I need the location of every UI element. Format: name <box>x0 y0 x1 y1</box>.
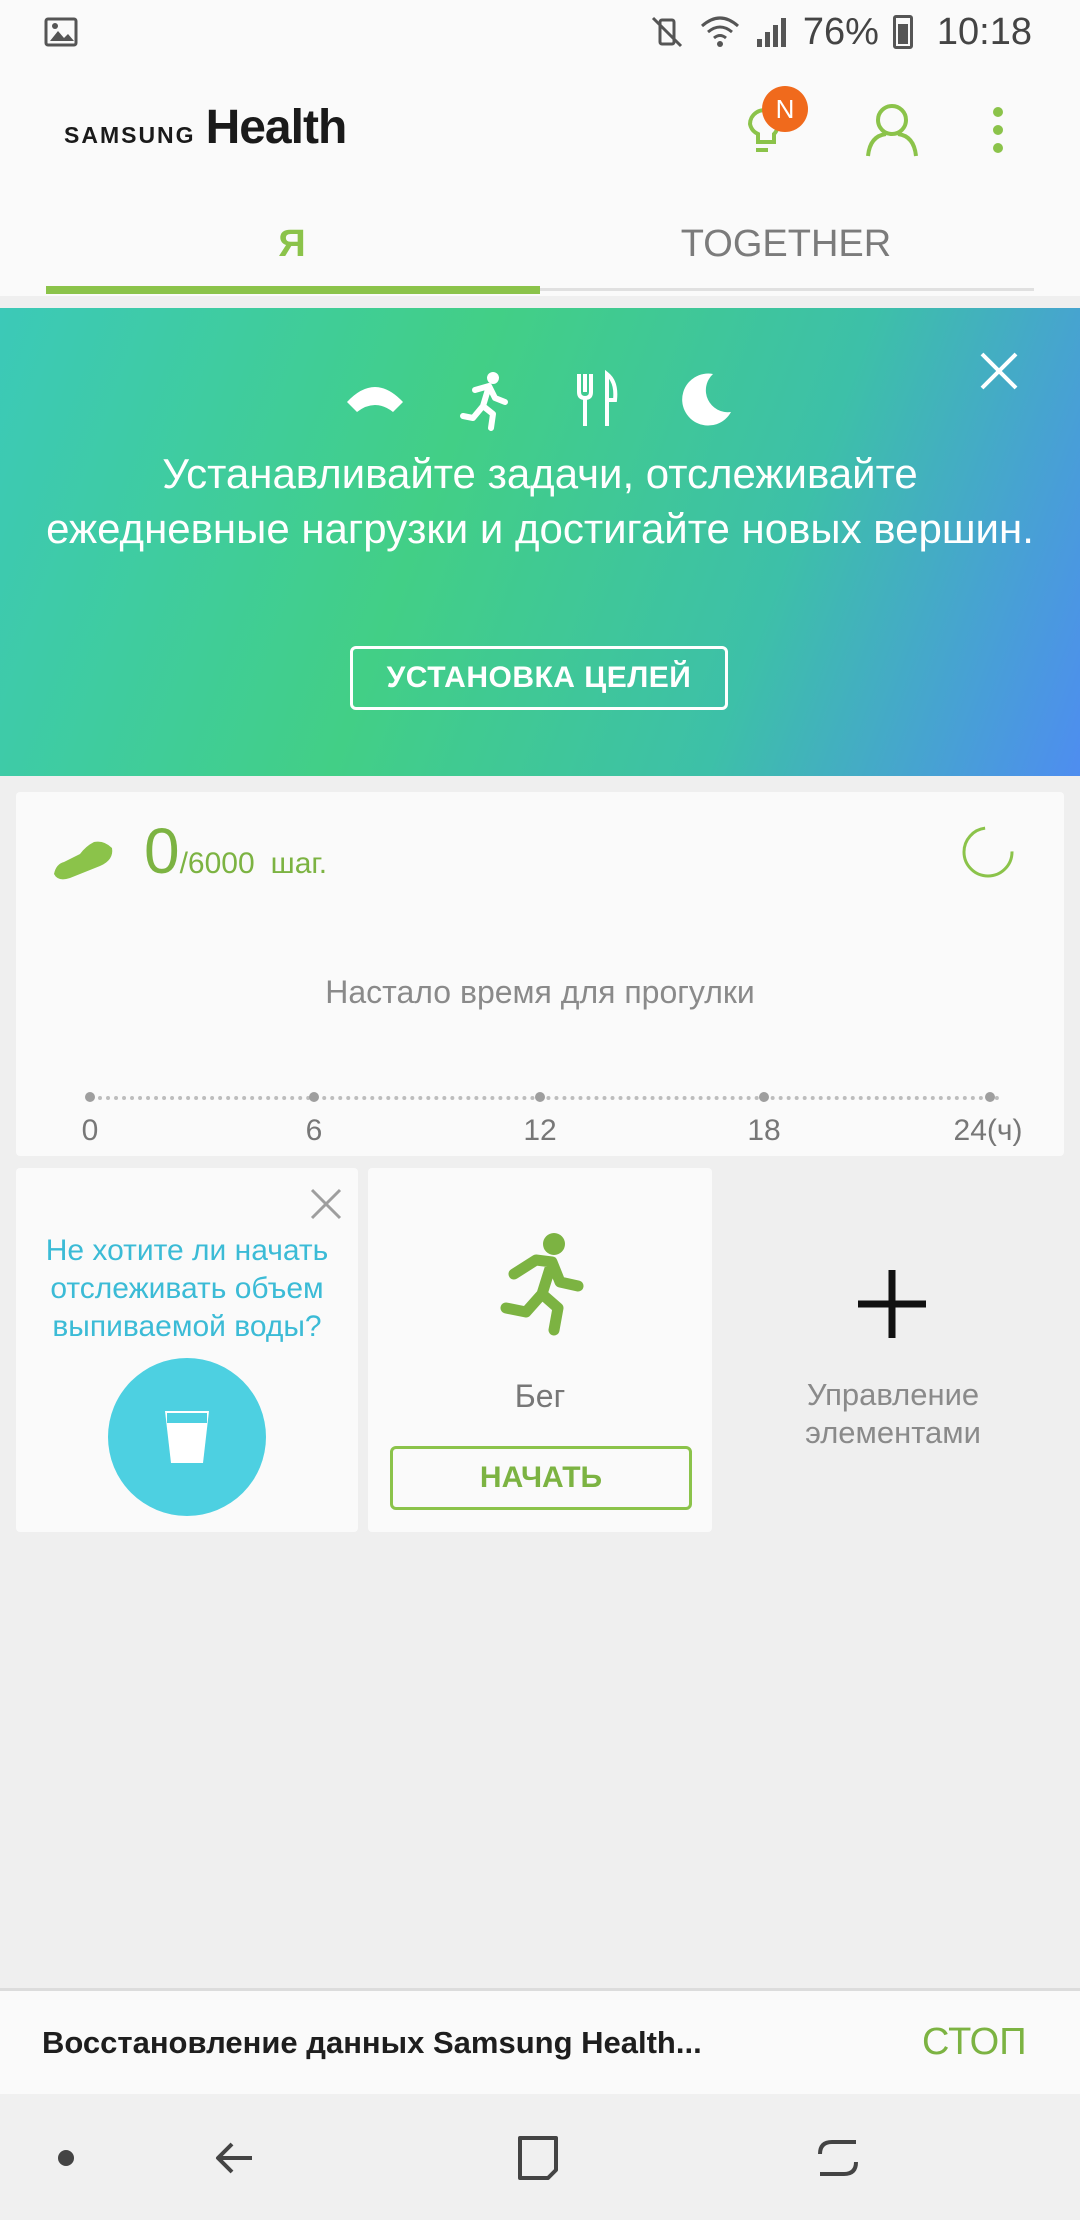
wifi-icon <box>700 16 739 47</box>
timeline-dot <box>985 1092 995 1102</box>
tab-me[interactable]: Я <box>46 192 538 296</box>
timeline-dot <box>85 1092 95 1102</box>
start-button[interactable]: НАЧАТЬ <box>390 1446 692 1510</box>
tab-divider <box>540 288 1034 291</box>
samsung-health-logo: SAMSUNG Health <box>64 100 348 155</box>
run-icon <box>460 372 508 431</box>
back-icon[interactable] <box>208 2132 260 2184</box>
steps-value: 0 /6000 шаг. <box>144 814 327 888</box>
more-vert-icon <box>993 107 1003 153</box>
timeline-dot <box>759 1092 769 1102</box>
battery-icon <box>892 15 913 49</box>
manage-items-tile[interactable]: Управление элементами <box>722 1168 1064 1532</box>
manage-items-label: Управление элементами <box>805 1377 981 1450</box>
restore-snackbar: Восстановление данных Samsung Health... … <box>0 1988 1080 2094</box>
profile-button[interactable] <box>860 98 924 162</box>
steps-goal: /6000 <box>179 847 255 880</box>
running-tile[interactable]: Бег НАЧАТЬ <box>368 1168 712 1532</box>
moon-icon <box>682 373 731 426</box>
plus-icon <box>858 1270 926 1338</box>
sync-spinner-icon <box>962 826 1014 878</box>
profile-icon <box>866 104 918 157</box>
battery-percent: 76% <box>802 10 879 53</box>
close-icon[interactable] <box>308 1186 344 1222</box>
tab-together[interactable]: TOGETHER <box>540 192 1032 296</box>
app-bar: SAMSUNG Health N <box>0 64 1080 192</box>
timeline-label: 12 <box>523 1114 557 1147</box>
notification-badge: N <box>762 86 808 132</box>
water-prompt: Не хотите ли начать отслеживать объем вы… <box>45 1234 329 1343</box>
timeline-label: 0 <box>81 1114 99 1147</box>
logo-samsung-text: SAMSUNG <box>64 122 196 148</box>
timeline-label: 18 <box>747 1114 781 1147</box>
shoe-icon <box>54 841 113 880</box>
banner-icons <box>0 368 1080 432</box>
goals-banner: Устанавливайте задачи, отслеживайте ежед… <box>0 308 1080 776</box>
set-goals-button[interactable]: УСТАНОВКА ЦЕЛЕЙ <box>350 646 728 710</box>
runner-icon <box>500 1233 584 1336</box>
close-icon[interactable] <box>974 346 1024 396</box>
steps-count: 0 <box>144 815 180 887</box>
glass-icon <box>165 1411 209 1463</box>
recents-icon[interactable] <box>812 2132 864 2184</box>
add-water-button[interactable] <box>108 1358 266 1516</box>
tab-indicator <box>46 286 540 294</box>
steps-timeline <box>90 1096 1000 1100</box>
steps-message: Настало время для прогулки <box>325 974 755 1010</box>
banner-message: Устанавливайте задачи, отслеживайте ежед… <box>46 450 1034 552</box>
gallery-icon <box>44 17 78 47</box>
scale-icon <box>347 387 403 412</box>
more-options-button[interactable] <box>966 98 1030 162</box>
steps-unit: шаг. <box>270 847 328 880</box>
running-label: Бег <box>514 1378 566 1414</box>
timeline-label: 24(ч) <box>953 1114 1023 1147</box>
tips-button[interactable]: N <box>730 86 808 162</box>
navigation-bar <box>0 2094 1080 2220</box>
status-bar: 76% 10:18 <box>0 0 1080 64</box>
clock: 10:18 <box>936 10 1032 53</box>
home-dot-icon[interactable] <box>40 2132 92 2184</box>
timeline-label: 6 <box>305 1114 323 1147</box>
mute-icon <box>651 16 682 48</box>
logo-health-text: Health <box>205 101 348 154</box>
stop-button[interactable]: СТОП <box>922 2021 1027 2064</box>
tab-bar: Я TOGETHER <box>0 192 1080 296</box>
signal-icon <box>756 18 786 47</box>
timeline-dot <box>309 1092 319 1102</box>
snackbar-message: Восстановление данных Samsung Health... <box>42 2025 702 2060</box>
home-icon[interactable] <box>512 2132 564 2184</box>
timeline-dot <box>535 1092 545 1102</box>
water-tracking-tile[interactable]: Не хотите ли начать отслеживать объем вы… <box>16 1168 358 1532</box>
fork-knife-icon <box>577 369 618 426</box>
steps-card[interactable]: 0 /6000 шаг. Настало время для прогулки … <box>16 792 1064 1156</box>
